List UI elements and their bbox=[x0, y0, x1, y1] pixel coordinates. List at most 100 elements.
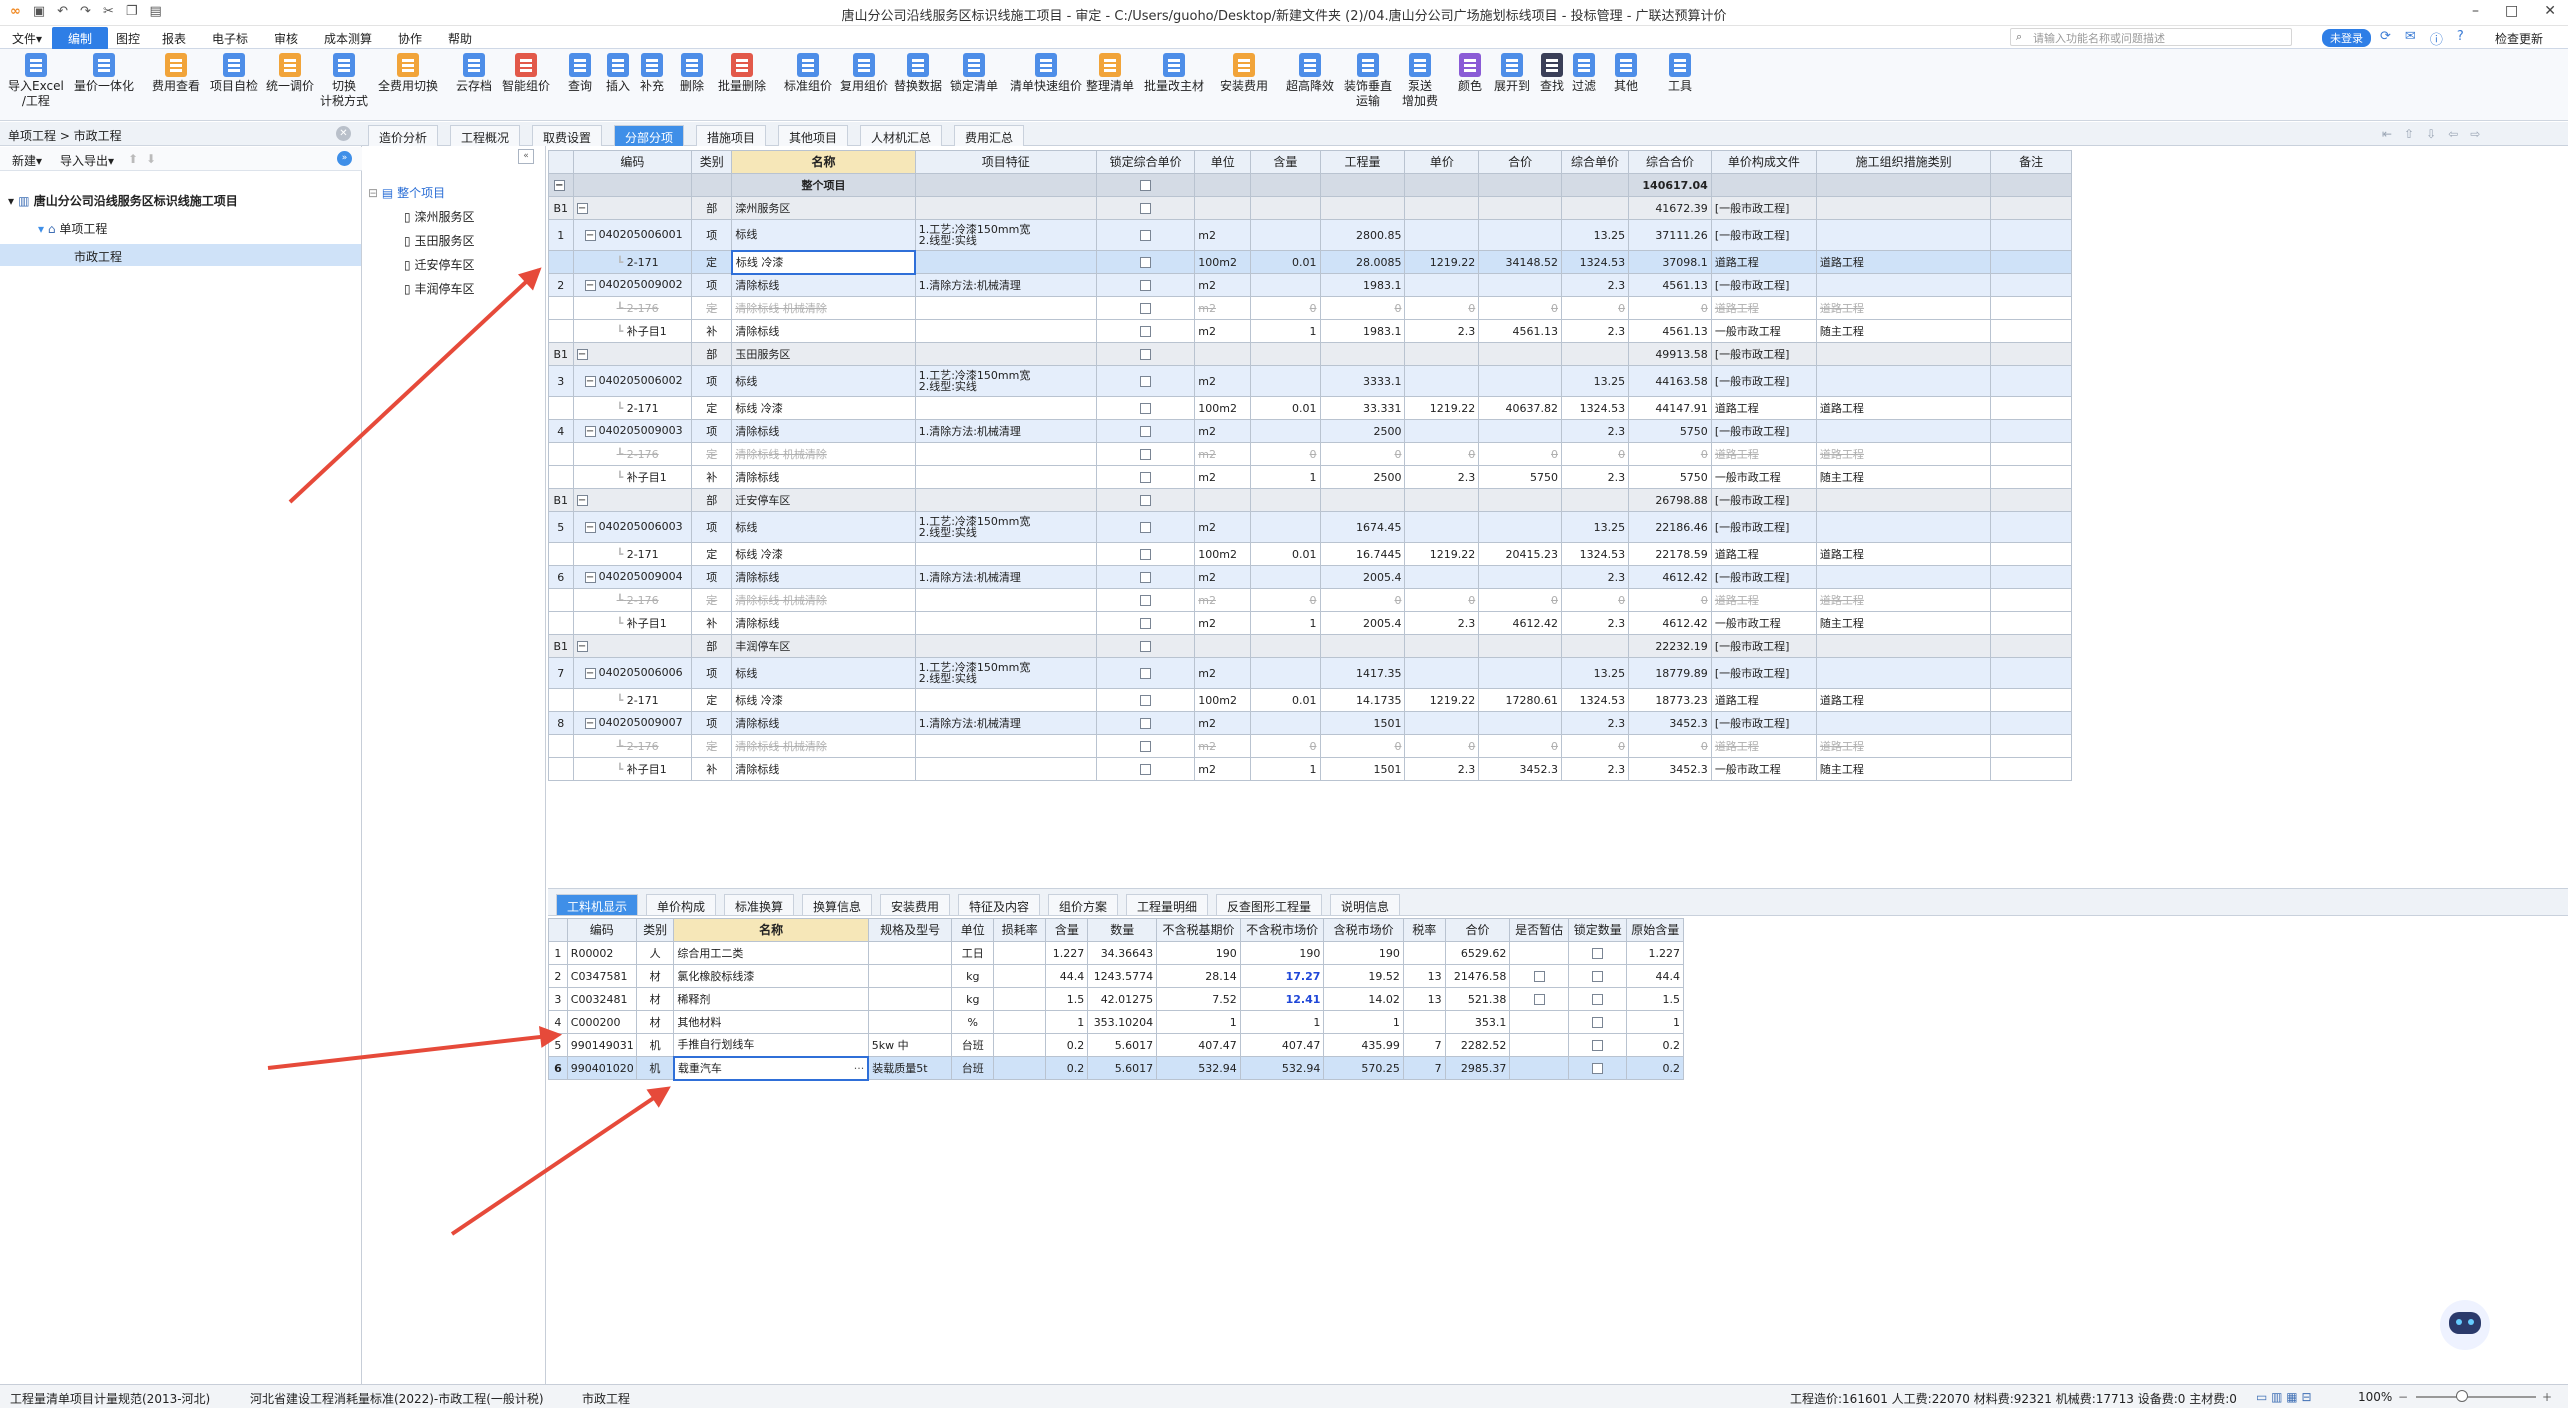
table-row[interactable]: ┗ 补子目1 补 清除标线 m2 1 2500 2.3 5750 2.3 5750 一般市政工程 随主… bbox=[548, 465, 2072, 489]
ribbon-button-26[interactable]: 展开到 bbox=[1494, 53, 1530, 94]
collapse-icon[interactable]: − bbox=[584, 717, 596, 729]
column-header[interactable]: 工程量 bbox=[1319, 150, 1406, 174]
table-cell[interactable] bbox=[1095, 542, 1196, 566]
table-row[interactable]: ┗ 补子目1 补 清除标线 m2 1 1983.1 2.3 4561.13 2.3 4561.13… bbox=[548, 319, 2072, 343]
column-header[interactable]: 类别 bbox=[635, 918, 675, 942]
ribbon-button-21[interactable]: 安装费用 bbox=[1220, 53, 1268, 94]
lock-price-checkbox[interactable] bbox=[1140, 740, 1152, 752]
ribbon-button-10[interactable]: 插入 bbox=[606, 53, 630, 94]
ribbon-button-24[interactable]: 泵送 增加费 bbox=[1402, 53, 1438, 109]
assistant-robot-icon[interactable] bbox=[2440, 1300, 2490, 1350]
login-button[interactable]: 未登录 bbox=[2322, 29, 2371, 47]
layout-icons[interactable]: ▭ ▥ ▦ ⊟ bbox=[2256, 1390, 2312, 1404]
table-row[interactable]: B1− 部 迁安停车区 26798.88 [一般市政工程] bbox=[548, 488, 2072, 512]
lock-price-checkbox[interactable] bbox=[1140, 694, 1152, 706]
table-row[interactable]: 3 C0032481 材 稀释剂 kg 1.5 42.01275 7.52 12.41 14.02… bbox=[548, 987, 1684, 1011]
bottom-tab-6[interactable]: 组价方案 bbox=[1048, 894, 1119, 916]
table-cell[interactable] bbox=[1095, 196, 1196, 220]
collapse-left-icon[interactable]: « bbox=[518, 149, 534, 164]
table-row[interactable]: B1− 部 丰润停车区 22232.19 [一般市政工程] bbox=[548, 634, 2072, 658]
table-cell[interactable] bbox=[1567, 1033, 1628, 1057]
tab-2[interactable]: 取费设置 bbox=[532, 125, 603, 146]
column-header[interactable]: 锁定数量 bbox=[1567, 918, 1628, 942]
column-header[interactable]: 合价 bbox=[1478, 150, 1562, 174]
collapse-icon[interactable]: − bbox=[584, 521, 596, 533]
ribbon-button-2[interactable]: 费用查看 bbox=[152, 53, 200, 94]
tree-node-luanzhou[interactable]: ▯ 滦州服务区 bbox=[404, 208, 474, 225]
column-header[interactable] bbox=[548, 918, 568, 942]
table-row[interactable]: 1 R00002 人 综合用工二类 工日 1.227 34.36643 190 190 190 65… bbox=[548, 941, 1684, 965]
lock-price-checkbox[interactable] bbox=[1140, 494, 1152, 506]
column-header[interactable]: 锁定综合单价 bbox=[1095, 150, 1196, 174]
ribbon-button-18[interactable]: 清单快速组价 bbox=[1010, 53, 1082, 94]
tab-3[interactable]: 分部分项 bbox=[614, 125, 685, 146]
table-cell[interactable] bbox=[1095, 611, 1196, 635]
column-header[interactable]: 项目特征 bbox=[914, 150, 1097, 174]
zoom-in-icon[interactable]: + bbox=[2542, 1390, 2552, 1404]
column-header[interactable]: 是否暂估 bbox=[1509, 918, 1569, 942]
table-cell[interactable] bbox=[1095, 688, 1196, 712]
lock-price-checkbox[interactable] bbox=[1140, 348, 1152, 360]
ribbon-button-3[interactable]: 项目自检 bbox=[210, 53, 258, 94]
column-header[interactable]: 编码 bbox=[572, 150, 693, 174]
table-cell[interactable] bbox=[1095, 734, 1196, 758]
column-header[interactable]: 备注 bbox=[1990, 150, 2072, 174]
tree-node-whole-project[interactable]: ⊟ ▤ 整个项目 bbox=[368, 184, 445, 201]
ribbon-button-20[interactable]: 批量改主材 bbox=[1144, 53, 1204, 94]
table-row[interactable]: 7 −040205006006 项 标线 1.工艺:冷漆150mm宽 2.线型:实线 m2… bbox=[548, 657, 2072, 689]
ribbon-button-19[interactable]: 整理清单 bbox=[1086, 53, 1134, 94]
move-down-icon[interactable]: ⬇ bbox=[146, 152, 156, 166]
table-cell[interactable] bbox=[1095, 465, 1196, 489]
nav-arrows-icon[interactable]: ⇤⇧⇩⇦⇨ bbox=[2382, 127, 2492, 141]
menu-e-bid[interactable]: 电子标 bbox=[206, 29, 254, 48]
collapse-down-icon[interactable]: » bbox=[337, 151, 352, 166]
collapse-icon[interactable]: − bbox=[576, 202, 588, 214]
lock-price-checkbox[interactable] bbox=[1140, 521, 1152, 533]
ribbon-button-29[interactable]: 其他 bbox=[1614, 53, 1638, 94]
menu-help[interactable]: 帮助 bbox=[442, 29, 478, 48]
collapse-icon[interactable]: − bbox=[553, 179, 565, 191]
ribbon-button-17[interactable]: 锁定清单 bbox=[950, 53, 998, 94]
tab-1[interactable]: 工程概况 bbox=[450, 125, 521, 146]
close-panel-icon[interactable]: ✕ bbox=[336, 126, 351, 141]
column-header[interactable]: 名称 bbox=[673, 918, 869, 942]
table-row[interactable]: 8 −040205009007 项 清除标线 1.清除方法:机械清理 m2 1501 2.3 3… bbox=[548, 711, 2072, 735]
more-icon[interactable]: ··· bbox=[854, 1063, 865, 1074]
column-header[interactable]: 含量 bbox=[1250, 150, 1321, 174]
lock-price-checkbox[interactable] bbox=[1140, 325, 1152, 337]
table-cell[interactable] bbox=[1095, 442, 1196, 466]
ribbon-button-22[interactable]: 超高降效 bbox=[1286, 53, 1334, 94]
ribbon-button-30[interactable]: 工具 bbox=[1668, 53, 1692, 94]
ribbon-button-27[interactable]: 查找 bbox=[1540, 53, 1564, 94]
status-standard-1[interactable]: 工程量清单项目计量规范(2013-河北) bbox=[10, 1390, 210, 1407]
column-header[interactable]: 单价构成文件 bbox=[1710, 150, 1817, 174]
lock-price-checkbox[interactable] bbox=[1140, 617, 1152, 629]
help-icon[interactable]: ? bbox=[2457, 29, 2464, 48]
lock-price-checkbox[interactable] bbox=[1140, 640, 1152, 652]
bottom-tab-9[interactable]: 说明信息 bbox=[1330, 894, 1401, 916]
search-input[interactable]: ⌕ 请输入功能名称或问题描述 bbox=[2010, 28, 2292, 46]
table-cell[interactable] bbox=[1095, 219, 1196, 251]
table-row[interactable]: 5 −040205006003 项 标线 1.工艺:冷漆150mm宽 2.线型:实线 m2… bbox=[548, 511, 2072, 543]
table-row[interactable]: 2 C0347581 材 氯化橡胶标线漆 kg 44.4 1243.5774 28.14 17.… bbox=[548, 964, 1684, 988]
ribbon-button-28[interactable]: 过滤 bbox=[1572, 53, 1596, 94]
column-header[interactable]: 单价 bbox=[1404, 150, 1480, 174]
ribbon-button-11[interactable]: 补充 bbox=[640, 53, 664, 94]
table-cell[interactable] bbox=[1509, 987, 1569, 1011]
table-cell[interactable] bbox=[1567, 1056, 1628, 1080]
lock-price-checkbox[interactable] bbox=[1140, 571, 1152, 583]
tree-node-municipal[interactable]: 市政工程 bbox=[0, 244, 361, 266]
column-header[interactable]: 施工组织措施类别 bbox=[1815, 150, 1992, 174]
lock-price-checkbox[interactable] bbox=[1140, 229, 1152, 241]
ribbon-button-25[interactable]: 颜色 bbox=[1458, 53, 1482, 94]
lock-quantity-checkbox[interactable] bbox=[1592, 993, 1604, 1005]
table-cell[interactable] bbox=[1095, 511, 1196, 543]
ribbon-button-8[interactable]: 智能组价 bbox=[502, 53, 550, 94]
table-cell[interactable] bbox=[1095, 342, 1196, 366]
ribbon-button-15[interactable]: 复用组价 bbox=[840, 53, 888, 94]
column-header[interactable]: 综合合价 bbox=[1628, 150, 1712, 174]
lock-price-checkbox[interactable] bbox=[1140, 448, 1152, 460]
collapse-icon[interactable]: − bbox=[576, 494, 588, 506]
table-row[interactable]: ┗ 2-176 定 清除标线 机械清除 m2 0 0 0 0 0 0 道路工程 道路工程 bbox=[548, 588, 2072, 612]
table-row[interactable]: B1− 部 玉田服务区 49913.58 [一般市政工程] bbox=[548, 342, 2072, 366]
